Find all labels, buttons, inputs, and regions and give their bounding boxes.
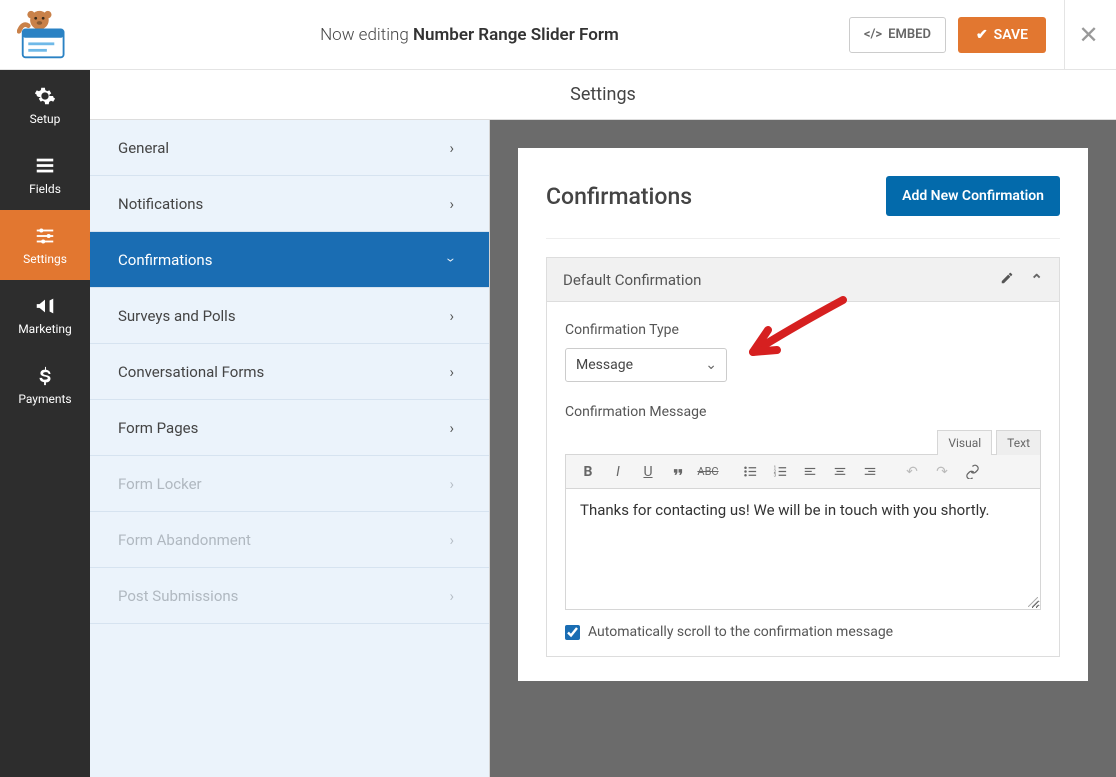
- edit-icon[interactable]: [1000, 271, 1014, 289]
- card-header: Confirmations Add New Confirmation: [546, 176, 1060, 239]
- card-title: Confirmations: [546, 183, 692, 210]
- confirmation-message-label: Confirmation Message: [565, 404, 1041, 420]
- undo-button[interactable]: ↶: [898, 459, 926, 485]
- bold-button[interactable]: B: [574, 459, 602, 485]
- bullet-list-button[interactable]: [736, 459, 764, 485]
- panel-title: Settings: [90, 70, 1116, 120]
- confirmation-item: Default Confirmation ⌃ Confirmation Type…: [546, 257, 1060, 657]
- editing-prefix: Now editing: [320, 25, 413, 45]
- resize-handle-icon[interactable]: [1028, 597, 1038, 607]
- sidebar-item-label: Conversational Forms: [118, 363, 264, 381]
- sidebar-item-conversational[interactable]: Conversational Forms ›: [90, 344, 489, 400]
- confirmation-item-header[interactable]: Default Confirmation ⌃: [547, 258, 1059, 302]
- chevron-right-icon: ›: [449, 531, 454, 549]
- sidebar-item-label: Form Pages: [118, 419, 198, 437]
- editor-tabs: Visual Text: [565, 430, 1041, 455]
- chevron-right-icon: ›: [449, 419, 454, 437]
- nav-marketing[interactable]: Marketing: [0, 280, 90, 350]
- editor-tab-visual[interactable]: Visual: [937, 430, 992, 455]
- confirmation-item-title: Default Confirmation: [563, 271, 701, 289]
- sidebar-item-surveys[interactable]: Surveys and Polls ›: [90, 288, 489, 344]
- sidebar-item-general[interactable]: General ›: [90, 120, 489, 176]
- sidebar-item-label: General: [118, 139, 169, 157]
- sidebar-item-formpages[interactable]: Form Pages ›: [90, 400, 489, 456]
- chevron-right-icon: ›: [449, 475, 454, 493]
- numbered-list-button[interactable]: 123: [766, 459, 794, 485]
- sidebar-item-abandonment[interactable]: Form Abandonment ›: [90, 512, 489, 568]
- quote-button[interactable]: [664, 459, 692, 485]
- confirmation-type-label: Confirmation Type: [565, 322, 1041, 338]
- svg-text:3: 3: [773, 474, 776, 479]
- header: Now editing Number Range Slider Form </>…: [0, 0, 1116, 70]
- message-editor: B I U ABC 123 ↶ ↷: [565, 454, 1041, 610]
- editor-tab-text[interactable]: Text: [996, 430, 1041, 455]
- bullhorn-icon: [34, 295, 56, 317]
- sidebar-item-notifications[interactable]: Notifications ›: [90, 176, 489, 232]
- gear-icon: [34, 85, 56, 107]
- sidebar-item-confirmations[interactable]: Confirmations ›: [90, 232, 489, 288]
- sidebar-item-formlocker[interactable]: Form Locker ›: [90, 456, 489, 512]
- italic-button[interactable]: I: [604, 459, 632, 485]
- check-icon: ✔: [976, 27, 988, 43]
- nav-settings[interactable]: Settings: [0, 210, 90, 280]
- align-center-button[interactable]: [826, 459, 854, 485]
- header-actions: </> EMBED ✔ SAVE ✕: [849, 0, 1116, 70]
- main-content: Confirmations Add New Confirmation Defau…: [490, 120, 1116, 777]
- nav-fields[interactable]: Fields: [0, 140, 90, 210]
- save-button[interactable]: ✔ SAVE: [958, 17, 1046, 53]
- chevron-right-icon: ›: [449, 587, 454, 605]
- redo-button[interactable]: ↷: [928, 459, 956, 485]
- sidebar-item-postsubmissions[interactable]: Post Submissions ›: [90, 568, 489, 624]
- chevron-right-icon: ›: [449, 307, 454, 325]
- nav-payments[interactable]: Payments: [0, 350, 90, 420]
- nav-setup[interactable]: Setup: [0, 70, 90, 140]
- chevron-right-icon: ›: [449, 363, 454, 381]
- add-confirmation-button[interactable]: Add New Confirmation: [886, 176, 1060, 216]
- confirmation-type-select[interactable]: Message: [565, 348, 727, 382]
- confirmations-card: Confirmations Add New Confirmation Defau…: [518, 148, 1088, 681]
- sidebar-item-label: Form Abandonment: [118, 531, 251, 549]
- editor-toolbar: B I U ABC 123 ↶ ↷: [566, 455, 1040, 489]
- sidebar-item-label: Post Submissions: [118, 587, 238, 605]
- editor-textarea[interactable]: Thanks for contacting us! We will be in …: [566, 489, 1040, 609]
- link-button[interactable]: [958, 459, 986, 485]
- app-logo: [0, 0, 90, 70]
- sidebar-item-label: Surveys and Polls: [118, 307, 236, 325]
- editing-title: Now editing Number Range Slider Form: [90, 25, 849, 45]
- chevron-down-icon: ›: [443, 257, 461, 262]
- autoscroll-checkbox[interactable]: [565, 625, 580, 640]
- settings-sidebar: General › Notifications › Confirmations …: [90, 120, 490, 777]
- confirmation-item-actions: ⌃: [1000, 271, 1043, 289]
- align-left-button[interactable]: [796, 459, 824, 485]
- underline-button[interactable]: U: [634, 459, 662, 485]
- dollar-icon: [34, 365, 56, 387]
- code-icon: </>: [864, 27, 882, 42]
- align-right-button[interactable]: [856, 459, 884, 485]
- autoscroll-label: Automatically scroll to the confirmation…: [588, 624, 893, 640]
- list-icon: [34, 155, 56, 177]
- sidebar-item-label: Notifications: [118, 195, 203, 213]
- sidebar-item-label: Form Locker: [118, 475, 202, 493]
- autoscroll-checkbox-row[interactable]: Automatically scroll to the confirmation…: [565, 624, 1041, 640]
- embed-button[interactable]: </> EMBED: [849, 17, 946, 53]
- form-name: Number Range Slider Form: [413, 25, 619, 45]
- chevron-right-icon: ›: [449, 139, 454, 157]
- collapse-icon[interactable]: ⌃: [1030, 271, 1043, 289]
- confirmation-item-body: Confirmation Type Message ⌄ Confirmation…: [547, 302, 1059, 656]
- confirmation-type-select-wrap: Message ⌄: [565, 348, 727, 382]
- strikethrough-button[interactable]: ABC: [694, 459, 722, 485]
- sliders-icon: [34, 225, 56, 247]
- sidebar-item-label: Confirmations: [118, 251, 212, 269]
- close-button[interactable]: ✕: [1064, 0, 1098, 70]
- left-nav: Setup Fields Settings Marketing Payments: [0, 70, 90, 777]
- close-icon: ✕: [1078, 21, 1098, 49]
- chevron-right-icon: ›: [449, 195, 454, 213]
